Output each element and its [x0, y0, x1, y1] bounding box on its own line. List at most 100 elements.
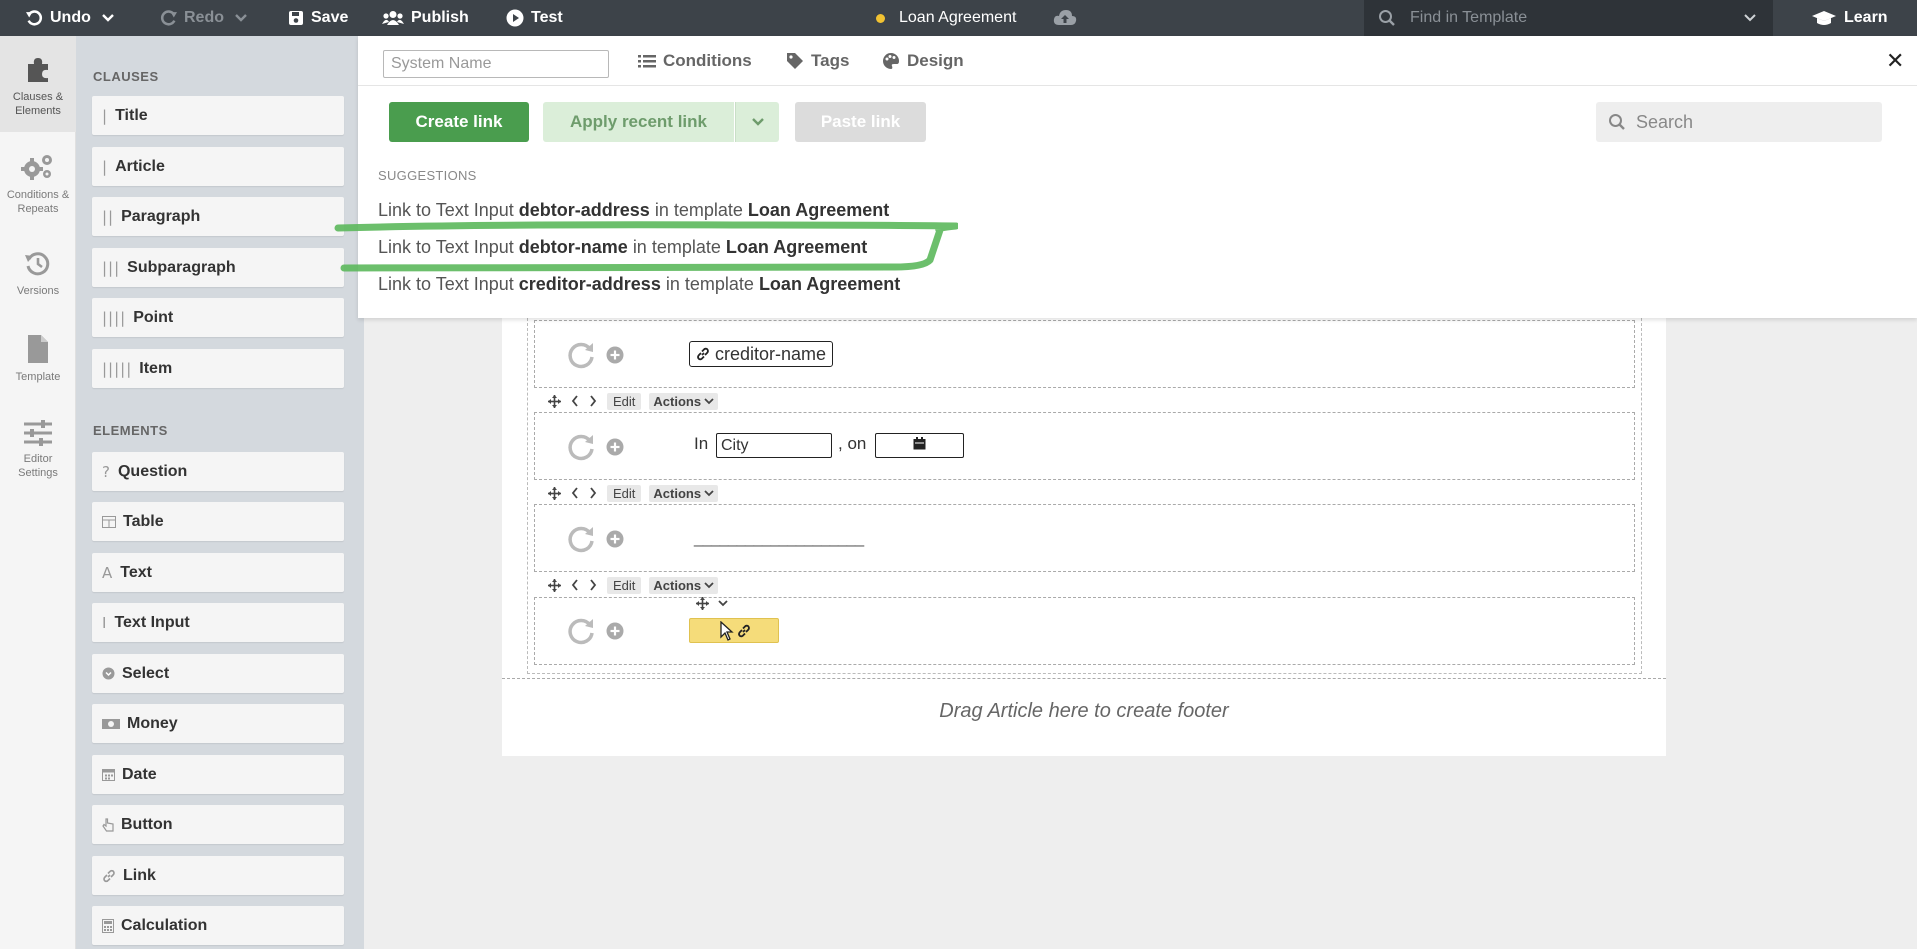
- rail-conditions-repeats[interactable]: Conditions & Repeats: [0, 152, 76, 216]
- redo-button[interactable]: Redo: [160, 0, 248, 36]
- suggestion-item[interactable]: Link to Text Input creditor-address in t…: [378, 274, 900, 295]
- chevron-right-icon[interactable]: [589, 579, 597, 591]
- chevron-left-icon[interactable]: [571, 395, 579, 407]
- actions-dropdown[interactable]: Actions: [649, 576, 719, 594]
- palette-item-date[interactable]: Date: [92, 755, 344, 794]
- palette-item-question[interactable]: ? Question: [92, 452, 344, 491]
- palette-item-text[interactable]: A Text: [92, 553, 344, 592]
- suggestion-template: Loan Agreement: [747, 200, 890, 220]
- rail-versions[interactable]: Versions: [0, 250, 76, 298]
- suggestion-prefix: Link to Text Input: [378, 237, 514, 257]
- palette-item-select[interactable]: Select: [92, 654, 344, 693]
- palette-item-title[interactable]: | Title: [92, 96, 344, 135]
- paste-link-button[interactable]: Paste link: [795, 102, 926, 142]
- suggestion-prefix: Link to Text Input: [378, 200, 514, 220]
- palette-item-point[interactable]: |||| Point: [92, 298, 344, 337]
- level-4-icon: ||||: [102, 308, 127, 327]
- create-link-button[interactable]: Create link: [389, 102, 529, 142]
- add-icon[interactable]: [606, 346, 624, 369]
- chevron-left-icon[interactable]: [571, 487, 579, 499]
- learn-button[interactable]: Learn: [1812, 0, 1888, 36]
- tab-design[interactable]: Design: [882, 50, 964, 72]
- palette-item-label: Title: [115, 106, 148, 124]
- table-icon: [102, 515, 116, 528]
- chevron-right-icon[interactable]: [589, 395, 597, 407]
- add-icon[interactable]: [606, 438, 624, 461]
- palette-item-item[interactable]: ||||| Item: [92, 349, 344, 388]
- linked-text-input-field[interactable]: creditor-name: [689, 341, 834, 367]
- text-icon: A: [102, 563, 114, 582]
- palette-item-subparagraph[interactable]: ||| Subparagraph: [92, 248, 344, 287]
- edit-button[interactable]: Edit: [607, 484, 642, 502]
- on-text: , on: [838, 434, 867, 453]
- actions-dropdown[interactable]: Actions: [649, 392, 719, 410]
- chevron-down-icon[interactable]: [101, 13, 115, 23]
- move-icon[interactable]: [696, 597, 709, 610]
- palette-item-article[interactable]: | Article: [92, 147, 344, 186]
- money-icon: [102, 718, 120, 730]
- undo-button[interactable]: Undo: [26, 0, 115, 36]
- selected-link-field[interactable]: [689, 618, 779, 643]
- tab-tags[interactable]: Tags: [786, 50, 849, 72]
- repeat-icon[interactable]: [566, 524, 596, 559]
- palette-item-link[interactable]: Link: [92, 856, 344, 895]
- cloud-upload-icon[interactable]: [1053, 8, 1077, 33]
- add-icon[interactable]: [606, 530, 624, 553]
- repeat-icon[interactable]: [566, 432, 596, 467]
- apply-recent-link-button[interactable]: Apply recent link: [543, 102, 734, 142]
- palette-item-money[interactable]: Money: [92, 704, 344, 743]
- mouse-cursor-icon: [720, 620, 734, 646]
- rail-clauses-elements[interactable]: Clauses & Elements: [0, 36, 76, 132]
- suggestion-item[interactable]: Link to Text Input debtor-name in templa…: [378, 237, 867, 258]
- rail-template[interactable]: Template: [0, 334, 76, 384]
- edit-button[interactable]: Edit: [607, 576, 642, 594]
- tab-conditions[interactable]: Conditions: [638, 50, 752, 72]
- actions-dropdown[interactable]: Actions: [649, 484, 719, 502]
- rail-label: Elements: [15, 105, 61, 117]
- chevron-right-icon[interactable]: [589, 487, 597, 499]
- chevron-down-icon[interactable]: [234, 13, 248, 23]
- save-button[interactable]: Save: [288, 0, 348, 36]
- list-icon: [638, 54, 656, 69]
- palette-item-paragraph[interactable]: || Paragraph: [92, 197, 344, 236]
- undo-label: Undo: [50, 9, 91, 26]
- level-2-icon: ||: [102, 207, 115, 226]
- move-icon[interactable]: [548, 394, 561, 408]
- actions-label: Actions: [653, 577, 702, 593]
- repeat-icon[interactable]: [566, 340, 596, 375]
- apply-recent-dropdown[interactable]: [735, 102, 779, 142]
- actions-label: Actions: [653, 393, 702, 409]
- suggestion-item[interactable]: Link to Text Input debtor-address in tem…: [378, 200, 889, 221]
- find-input[interactable]: [1410, 9, 1730, 27]
- paragraph-row-icons: [566, 616, 624, 651]
- palette-item-table[interactable]: Table: [92, 502, 344, 541]
- paragraph-toolbar: Edit Actions: [548, 575, 719, 595]
- panel-search-input[interactable]: [1636, 111, 1866, 133]
- text-cursor-icon: I: [102, 613, 108, 632]
- add-icon[interactable]: [606, 622, 624, 645]
- paragraph-row-icons: [566, 340, 624, 375]
- move-icon[interactable]: [548, 578, 561, 592]
- palette-item-button[interactable]: Button: [92, 805, 344, 844]
- city-input[interactable]: [716, 433, 832, 458]
- edit-button[interactable]: Edit: [607, 392, 642, 410]
- chevron-down-icon: [751, 117, 765, 127]
- chevron-left-icon[interactable]: [571, 579, 579, 591]
- palette-item-calculation[interactable]: Calculation: [92, 906, 344, 945]
- file-icon: [0, 334, 76, 364]
- palette-item-label: Table: [123, 512, 164, 530]
- graduation-cap-icon: [1812, 10, 1836, 26]
- select-icon: [102, 667, 115, 680]
- palette-item-text-input[interactable]: I Text Input: [92, 603, 344, 642]
- publish-button[interactable]: Publish: [382, 0, 469, 36]
- footer-drop-zone[interactable]: Drag Article here to create footer: [502, 700, 1666, 723]
- test-button[interactable]: Test: [506, 0, 563, 36]
- close-icon[interactable]: ✕: [1886, 49, 1904, 74]
- chevron-down-icon[interactable]: [718, 600, 728, 607]
- repeat-icon[interactable]: [566, 616, 596, 651]
- system-name-input[interactable]: [383, 50, 609, 78]
- rail-editor-settings[interactable]: Editor Settings: [0, 420, 76, 480]
- move-icon[interactable]: [548, 486, 561, 500]
- chevron-down-icon[interactable]: [1743, 13, 1757, 23]
- date-input[interactable]: [875, 433, 964, 458]
